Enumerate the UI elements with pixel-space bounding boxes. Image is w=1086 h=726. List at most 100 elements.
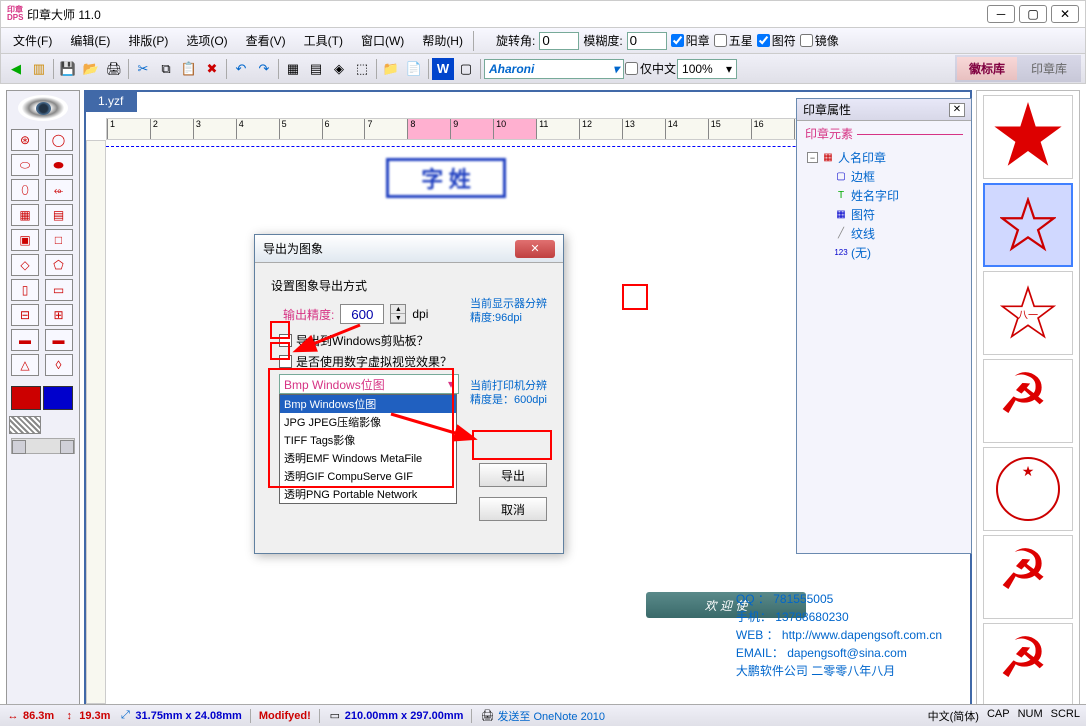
stamp-preview[interactable]: 字 姓 — [386, 158, 506, 198]
redo-icon[interactable]: ↷ — [253, 58, 275, 80]
shape-rect-wide[interactable]: ▭ — [45, 279, 73, 301]
menu-window[interactable]: 窗口(W) — [353, 30, 412, 51]
shape-grid[interactable]: ▦ — [11, 204, 39, 226]
lib-star-solid[interactable] — [983, 95, 1073, 179]
back-icon[interactable]: ◀ — [5, 58, 27, 80]
chk-virtual[interactable]: 是否使用数字虚拟视觉效果？ — [279, 353, 547, 370]
shape-bars[interactable]: ▤ — [45, 204, 73, 226]
color-red[interactable] — [11, 386, 41, 410]
tree-border[interactable]: ▢边框 — [807, 167, 961, 186]
shape-circle-star[interactable]: ⊛ — [11, 129, 39, 151]
props-close-button[interactable]: ✕ — [949, 103, 965, 117]
format-list[interactable]: Bmp Windows位图 JPG JPEG压缩影像 TIFF Tags影像 透… — [279, 394, 457, 504]
tree-name[interactable]: T姓名字印 — [807, 186, 961, 205]
tree-root[interactable]: − ▦ 人名印章 — [807, 148, 961, 167]
tree-collapse-icon[interactable]: − — [807, 152, 818, 163]
font-select[interactable]: Aharoni▾ — [484, 59, 624, 79]
spin-down-icon[interactable]: ▼ — [391, 314, 405, 323]
menu-edit[interactable]: 编辑(E) — [62, 30, 118, 51]
chk-clipboard[interactable]: 导出到Windows剪贴板？ — [279, 332, 547, 349]
spin-up-icon[interactable]: ▲ — [391, 305, 405, 314]
shape-triangle[interactable]: △ — [11, 354, 39, 376]
shape-ring[interactable]: ⬰ — [45, 179, 73, 201]
shape-tag[interactable]: ⬠ — [45, 254, 73, 276]
dpi-spinner[interactable]: ▲ ▼ — [390, 304, 406, 324]
minimize-button[interactable]: ─ — [987, 5, 1015, 23]
document-tab[interactable]: 1.yzf — [84, 90, 137, 112]
shape-sq-nested[interactable]: ▣ — [11, 229, 39, 251]
tool4-icon[interactable]: ⬚ — [351, 58, 373, 80]
hatch-pattern[interactable] — [9, 416, 41, 434]
shape-rect-dbl[interactable]: ⊞ — [45, 304, 73, 326]
chk-mirror[interactable]: 镜像 — [800, 32, 839, 49]
shape-rect-tall[interactable]: ▯ — [11, 279, 39, 301]
export-button[interactable]: 导出 — [479, 463, 547, 487]
tree-none[interactable]: 123(无) — [807, 243, 961, 262]
shape-ellipse[interactable]: ⬬ — [45, 154, 73, 176]
copy-icon[interactable]: ⧉ — [155, 58, 177, 80]
shape-diamond[interactable]: ◇ — [11, 254, 39, 276]
menu-options[interactable]: 选项(O) — [178, 30, 235, 51]
tree-line[interactable]: ╱纹线 — [807, 224, 961, 243]
shape-rect3[interactable]: ▬ — [11, 329, 39, 351]
rotate-input[interactable] — [539, 32, 579, 50]
cut-icon[interactable]: ✂ — [132, 58, 154, 80]
fmt-png[interactable]: 透明PNG Portable Network — [280, 485, 456, 503]
print-icon[interactable]: 🖨 — [103, 58, 125, 80]
shape-rhomb[interactable]: ◊ — [45, 354, 73, 376]
dpi-input[interactable] — [340, 304, 384, 324]
close-button[interactable]: ✕ — [1051, 5, 1079, 23]
new-icon[interactable]: ▥ — [28, 58, 50, 80]
blur-input[interactable] — [627, 32, 667, 50]
shape-oval[interactable]: ⬯ — [11, 179, 39, 201]
maximize-button[interactable]: ▢ — [1019, 5, 1047, 23]
menu-help[interactable]: 帮助(H) — [414, 30, 471, 51]
tool1-icon[interactable]: ▦ — [282, 58, 304, 80]
save-icon[interactable]: 💾 — [57, 58, 79, 80]
chk-cn-only[interactable]: 仅中文 — [625, 60, 676, 77]
paste-icon[interactable]: 📋 — [178, 58, 200, 80]
tool2-icon[interactable]: ▤ — [305, 58, 327, 80]
tab-stamp-lib[interactable]: 印章库 — [1019, 57, 1079, 80]
undo-icon[interactable]: ↶ — [230, 58, 252, 80]
cancel-button[interactable]: 取消 — [479, 497, 547, 521]
format-select[interactable]: Bmp Windows位图▾ — [279, 374, 459, 394]
tool3-icon[interactable]: ◈ — [328, 58, 350, 80]
chk-yang[interactable]: 阳章 — [671, 32, 710, 49]
chk-wuxing[interactable]: 五星 — [714, 32, 753, 49]
doc-icon[interactable]: 📄 — [403, 58, 425, 80]
fmt-jpg[interactable]: JPG JPEG压缩影像 — [280, 413, 456, 431]
open-icon[interactable]: 📂 — [80, 58, 102, 80]
w-icon[interactable]: W — [432, 58, 454, 80]
shape-square[interactable]: □ — [45, 229, 73, 251]
lib-star-army[interactable]: 八一 — [983, 271, 1073, 355]
lib-star-outline[interactable] — [983, 183, 1073, 267]
dialog-close-button[interactable]: ✕ — [515, 240, 555, 258]
palette-scrollbar[interactable] — [11, 438, 75, 454]
shape-rect-text[interactable]: ⊟ — [11, 304, 39, 326]
tree-symbol[interactable]: ▦图符 — [807, 205, 961, 224]
lib-emblem[interactable] — [983, 447, 1073, 531]
fmt-emf[interactable]: 透明EMF Windows MetaFile — [280, 449, 456, 467]
zoom-select[interactable]: 100%▾ — [677, 59, 737, 79]
menu-layout[interactable]: 排版(P) — [120, 30, 176, 51]
menu-view[interactable]: 查看(V) — [238, 30, 294, 51]
delete-icon[interactable]: ✖ — [201, 58, 223, 80]
chevron-down-icon: ▾ — [726, 62, 732, 76]
shape-circle[interactable]: ◯ — [45, 129, 73, 151]
shape-rect4[interactable]: ▬ — [45, 329, 73, 351]
lib-hammer-2[interactable] — [983, 535, 1073, 619]
tab-emblem-lib[interactable]: 徽标库 — [957, 57, 1017, 80]
menu-tools[interactable]: 工具(T) — [296, 30, 351, 51]
lib-hammer-3[interactable] — [983, 623, 1073, 707]
menu-file[interactable]: 文件(F) — [5, 30, 60, 51]
fmt-bmp[interactable]: Bmp Windows位图 — [280, 395, 456, 413]
lib-hammer-1[interactable] — [983, 359, 1073, 443]
chk-tufu[interactable]: 图符 — [757, 32, 796, 49]
fmt-gif[interactable]: 透明GIF CompuServe GIF — [280, 467, 456, 485]
fmt-tiff[interactable]: TIFF Tags影像 — [280, 431, 456, 449]
shape-ellipse-dbl[interactable]: ⬭ — [11, 154, 39, 176]
color-blue[interactable] — [43, 386, 73, 410]
text-icon[interactable]: ▢ — [455, 58, 477, 80]
folder-icon[interactable]: 📁 — [380, 58, 402, 80]
